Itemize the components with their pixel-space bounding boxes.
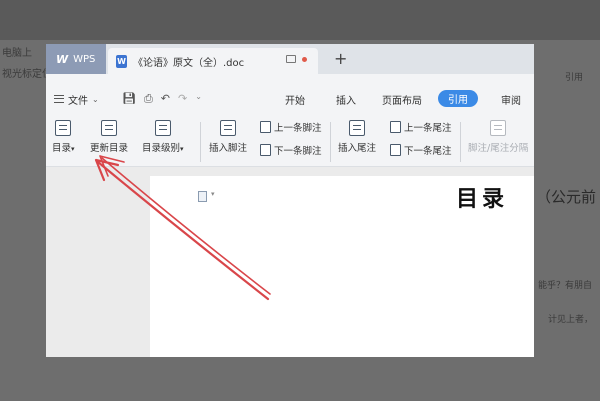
toolbar-separator: [200, 122, 201, 162]
menu-bar: 文件 ⌄ 💾︎ ⎙ ↶ ↷ ⌄ 开始 插入 页面布局 引用 审阅: [46, 89, 534, 109]
background-ribbon-tab: 引用: [565, 73, 584, 83]
chevron-down-icon[interactable]: ▾: [211, 190, 215, 198]
toolbar-separator: [330, 122, 331, 162]
wps-window: W WPS W 《论语》原文（全）.doc + 文件 ⌄ 💾︎ ⎙ ↶ ↷ ⌄ …: [46, 44, 534, 357]
insert-endnote-button[interactable]: 插入尾注: [338, 120, 376, 154]
next-endnote-label: 下一条尾注: [404, 146, 452, 157]
toc-icon: [55, 120, 72, 136]
new-tab-button[interactable]: +: [334, 49, 347, 68]
title-bar: W WPS W 《论语》原文（全）.doc +: [46, 44, 534, 74]
tab-references[interactable]: 引用: [438, 90, 478, 107]
background-text: 电脑上: [2, 48, 32, 59]
next-footnote-icon: [260, 144, 271, 156]
tab-insert[interactable]: 插入: [336, 92, 356, 107]
toc-label: 目录▾: [52, 143, 75, 154]
background-text: 视光标定位: [2, 69, 52, 80]
unsaved-dot-icon: [302, 56, 307, 62]
next-endnote-button[interactable]: 下一条尾注: [390, 143, 452, 157]
save-icon[interactable]: 💾︎: [122, 92, 136, 106]
insert-footnote-label: 插入脚注: [209, 143, 248, 154]
undo-icon[interactable]: ↶: [161, 92, 170, 106]
chevron-down-icon: ⌄: [92, 94, 99, 104]
tab-page-layout[interactable]: 页面布局: [382, 92, 422, 107]
tab-review[interactable]: 审阅: [501, 92, 521, 107]
footnote-icon: [220, 120, 236, 136]
hamburger-icon: [54, 95, 64, 103]
tab-home[interactable]: 开始: [285, 92, 305, 107]
footnote-separator-button[interactable]: 脚注/尾注分隔: [468, 120, 528, 154]
prev-endnote-button[interactable]: 上一条尾注: [390, 120, 452, 134]
file-menu-label: 文件: [68, 95, 88, 107]
print-icon[interactable]: ⎙: [144, 92, 153, 106]
next-endnote-icon: [390, 144, 401, 156]
insert-endnote-label: 插入尾注: [338, 143, 377, 154]
tab-tools: [286, 55, 307, 63]
prev-footnote-icon: [260, 121, 271, 133]
word-doc-icon: W: [116, 54, 127, 68]
monitor-icon[interactable]: [286, 55, 296, 63]
background-heading-fragment: （公元前: [536, 188, 597, 206]
wps-app-label: WPS: [73, 53, 96, 65]
document-tab-title: 《论语》原文（全）.doc: [133, 57, 245, 69]
prev-footnote-label: 上一条脚注: [274, 123, 322, 134]
toc-level-icon: [154, 120, 171, 136]
update-toc-icon: [101, 120, 117, 136]
update-toc-button[interactable]: 更新目录: [90, 120, 128, 154]
background-body-text: 计见上者，: [548, 315, 594, 325]
wps-logo-icon: W: [56, 52, 69, 66]
file-menu[interactable]: 文件 ⌄: [54, 89, 99, 109]
endnote-icon: [349, 120, 365, 136]
toc-level-label: 目录级别▾: [142, 143, 184, 154]
separator-icon: [490, 120, 507, 136]
prev-footnote-button[interactable]: 上一条脚注: [260, 120, 322, 134]
toolbar-separator: [460, 122, 461, 162]
background-body-text: 能乎？有朋自: [538, 281, 593, 291]
toc-button[interactable]: 目录▾: [52, 120, 75, 154]
insert-footnote-button[interactable]: 插入脚注: [209, 120, 247, 154]
prev-endnote-icon: [390, 121, 401, 133]
next-footnote-button[interactable]: 下一条脚注: [260, 143, 322, 157]
page-options-icon[interactable]: [198, 191, 207, 202]
quick-access-toolbar: 💾︎ ⎙ ↶ ↷ ⌄: [122, 92, 202, 106]
prev-endnote-label: 上一条尾注: [404, 123, 452, 134]
wps-home-tab[interactable]: W WPS: [46, 44, 106, 74]
footnote-separator-label: 脚注/尾注分隔: [468, 143, 529, 154]
redo-icon[interactable]: ↷: [178, 92, 187, 106]
document-heading: 目录: [456, 186, 509, 212]
next-footnote-label: 下一条脚注: [274, 146, 322, 157]
toc-level-button[interactable]: 目录级别▾: [142, 120, 184, 154]
update-toc-label: 更新目录: [90, 143, 129, 154]
chevron-down-icon[interactable]: ⌄: [195, 92, 202, 106]
